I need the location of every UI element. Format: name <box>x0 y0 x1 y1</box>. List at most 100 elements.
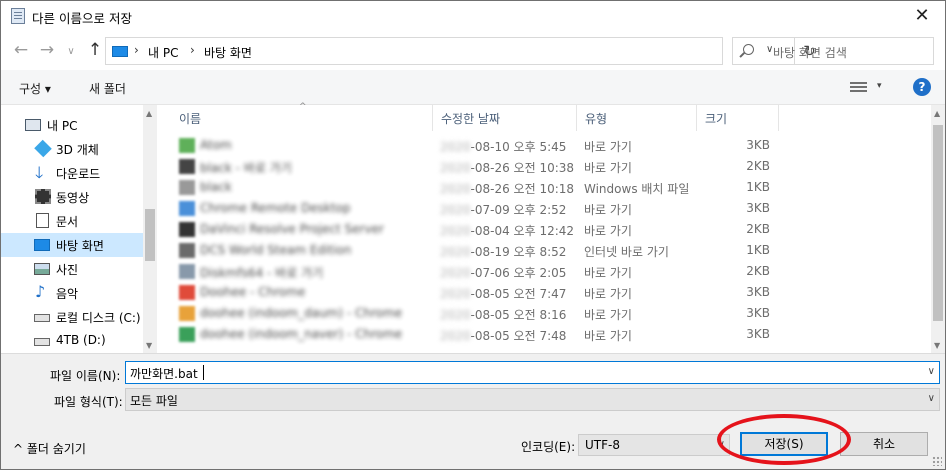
view-options-icon[interactable] <box>850 82 867 94</box>
sidebar-item-label: 사진 <box>56 263 79 277</box>
file-icon <box>179 264 195 279</box>
file-list-scrollbar[interactable]: ▲ ▼ <box>931 105 945 353</box>
address-bar[interactable]: › 내 PC › 바탕 화면 ∨ ↻ <box>105 37 816 65</box>
file-row[interactable]: Diskmfs64 - 바로 가기 2020-07-06 오후 2:05 바로 가기… <box>179 261 779 282</box>
column-header-date[interactable]: 수정한 날짜 <box>433 105 577 131</box>
file-date: 2020-08-26 오전 10:38 <box>440 159 574 176</box>
music-icon: ♪ <box>35 282 46 301</box>
file-date: 2020-07-09 오후 2:52 <box>440 201 566 218</box>
resize-grip[interactable] <box>932 456 942 466</box>
breadcrumb-desktop[interactable]: 바탕 화면 <box>204 44 252 61</box>
column-label: 수정한 날짜 <box>441 112 501 126</box>
file-name: DCS World Steam Edition <box>200 243 352 257</box>
sidebar-item-local-disk-c[interactable]: 로컬 디스크 (C:) <box>1 305 143 329</box>
file-name: Doohee - Chrome <box>200 285 306 299</box>
chevron-down-icon[interactable]: ∨ <box>928 393 935 404</box>
help-icon[interactable]: ? <box>913 78 931 96</box>
pictures-icon <box>34 263 50 275</box>
filetype-select[interactable]: 모든 파일 ∨ <box>125 388 940 411</box>
sidebar-item-downloads[interactable]: 🡓 다운로드 <box>1 161 143 185</box>
file-type: 바로 가기 <box>584 329 632 343</box>
title-bar: 다른 이름으로 저장 ✕ <box>1 1 945 32</box>
file-size: 3KB <box>746 285 770 299</box>
sidebar-item-label: 4TB (D:) <box>56 333 106 347</box>
encoding-label: 인코딩(E): <box>521 440 576 454</box>
file-date: 2020-08-04 오후 12:42 <box>440 222 574 239</box>
close-button[interactable]: ✕ <box>899 1 945 32</box>
file-size: 1KB <box>746 180 770 194</box>
sidebar-scrollbar[interactable]: ▲ ▼ <box>143 105 157 353</box>
organize-button[interactable]: 구성 ▾ <box>19 80 51 97</box>
file-row[interactable]: Atom 2020-08-10 오후 5:45 바로 가기 3KB <box>179 135 779 156</box>
scroll-up-icon[interactable]: ▲ <box>146 109 152 118</box>
file-type: 바로 가기 <box>584 287 632 301</box>
column-header-type[interactable]: 유형 <box>577 105 697 131</box>
drive-icon <box>34 314 50 322</box>
sidebar-item-pictures[interactable]: 사진 <box>1 257 143 281</box>
new-folder-button[interactable]: 새 폴더 <box>89 80 126 97</box>
scroll-up-icon[interactable]: ▲ <box>934 109 940 118</box>
sidebar-item-label: 문서 <box>56 215 79 229</box>
sidebar-item-desktop[interactable]: 바탕 화면 <box>1 233 143 257</box>
sidebar-item-music[interactable]: ♪ 음악 <box>1 281 143 305</box>
scroll-down-icon[interactable]: ▼ <box>146 341 152 350</box>
breadcrumb-separator[interactable]: › <box>190 43 195 57</box>
file-row[interactable]: doohee (indoom_daum) - Chrome 2020-08-05 … <box>179 303 779 324</box>
file-date-year: 2020 <box>440 224 471 238</box>
column-header-size[interactable]: 크기 <box>697 105 779 131</box>
scroll-thumb[interactable] <box>145 209 155 261</box>
file-name: Atom <box>200 138 232 152</box>
view-dropdown-icon[interactable]: ▾ <box>877 81 882 91</box>
file-date-year: 2020 <box>440 161 471 175</box>
encoding-select[interactable]: UTF-8 ∨ <box>578 434 730 456</box>
up-button[interactable]: ↑ <box>85 41 105 61</box>
file-list: ^ 이름 수정한 날짜 유형 크기 Atom 2020-08-10 오후 5:45… <box>159 102 945 353</box>
filename-value[interactable]: 까만화면.bat <box>130 365 198 382</box>
file-size: 3KB <box>746 327 770 341</box>
filename-input[interactable]: 까만화면.bat ∨ <box>125 361 940 384</box>
file-row[interactable]: doohee (indoom_naver) - Chrome 2020-08-05… <box>179 324 779 345</box>
file-name: Diskmfs64 - 바로 가기 <box>200 266 324 280</box>
search-icon <box>743 44 754 55</box>
scroll-down-icon[interactable]: ▼ <box>934 341 940 350</box>
file-date-rest: -08-19 오후 8:52 <box>470 245 567 259</box>
file-date: 2020-08-05 오전 7:48 <box>440 327 566 344</box>
sidebar-item-drive-d[interactable]: 4TB (D:) <box>1 329 143 353</box>
sidebar-item-my-pc[interactable]: 내 PC <box>1 113 143 137</box>
chevron-down-icon[interactable]: ∨ <box>928 366 935 377</box>
cancel-button[interactable]: 취소 <box>840 432 928 456</box>
sidebar-item-label: 음악 <box>56 287 79 301</box>
file-size: 3KB <box>746 306 770 320</box>
breadcrumb-my-pc[interactable]: 내 PC <box>148 44 178 61</box>
download-icon: 🡓 <box>35 163 44 182</box>
file-date-rest: -08-26 오전 10:38 <box>470 161 575 175</box>
file-size: 3KB <box>746 201 770 215</box>
sidebar-item-3d-objects[interactable]: 3D 개체 <box>1 137 143 161</box>
breadcrumb-separator[interactable]: › <box>134 43 139 57</box>
pc-icon <box>25 119 41 131</box>
document-icon <box>36 213 49 228</box>
file-type: Windows 배치 파일 <box>584 182 690 196</box>
forward-button[interactable]: → <box>37 41 57 61</box>
sidebar-item-videos[interactable]: 동영상 <box>1 185 143 209</box>
cube-icon <box>34 139 52 158</box>
file-type: 바로 가기 <box>584 308 632 322</box>
file-row[interactable]: DCS World Steam Edition 2020-08-19 오후 8:5… <box>179 240 779 261</box>
search-box[interactable]: 바탕 화면 검색 <box>732 37 934 65</box>
column-header-name[interactable]: ^ 이름 <box>159 102 433 131</box>
file-date: 2020-08-05 오전 7:47 <box>440 285 566 302</box>
file-name: doohee (indoom_daum) - Chrome <box>200 306 403 320</box>
sidebar-item-documents[interactable]: 문서 <box>1 209 143 233</box>
recent-locations-button[interactable]: ∨ <box>61 43 81 63</box>
file-row[interactable]: Doohee - Chrome 2020-08-05 오전 7:47 바로 가기 3K… <box>179 282 779 303</box>
file-row[interactable]: black - 바로 가기 2020-08-26 오전 10:38 바로 가기 2KB <box>179 156 779 177</box>
back-button[interactable]: ← <box>11 41 31 61</box>
file-date-year: 2020 <box>440 329 471 343</box>
file-row[interactable]: Chrome Remote Desktop 2020-07-09 오후 2:52 바… <box>179 198 779 219</box>
file-name: doohee (indoom_naver) - Chrome <box>200 327 403 341</box>
file-row[interactable]: DaVinci Resolve Project Server 2020-08-04… <box>179 219 779 240</box>
file-row[interactable]: black 2020-08-26 오전 10:18 Windows 배치 파일 1KB <box>179 177 779 198</box>
hide-folders-button[interactable]: ^ 폴더 숨기기 <box>13 440 86 457</box>
scroll-thumb[interactable] <box>933 125 943 321</box>
sidebar-item-label: 로컬 디스크 (C:) <box>56 311 141 325</box>
